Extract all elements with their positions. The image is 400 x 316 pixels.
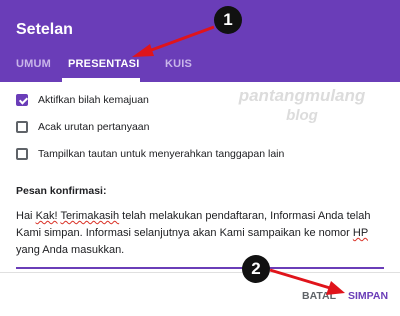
annotation-marker-2: 2 [242,255,270,283]
arrowhead-2 [326,281,345,295]
annotation-marker-1: 1 [214,6,242,34]
annotation-arrows [132,25,345,295]
arrow-line-1 [145,25,215,54]
arrow-line-2 [269,268,331,290]
arrowhead-1 [132,44,154,57]
